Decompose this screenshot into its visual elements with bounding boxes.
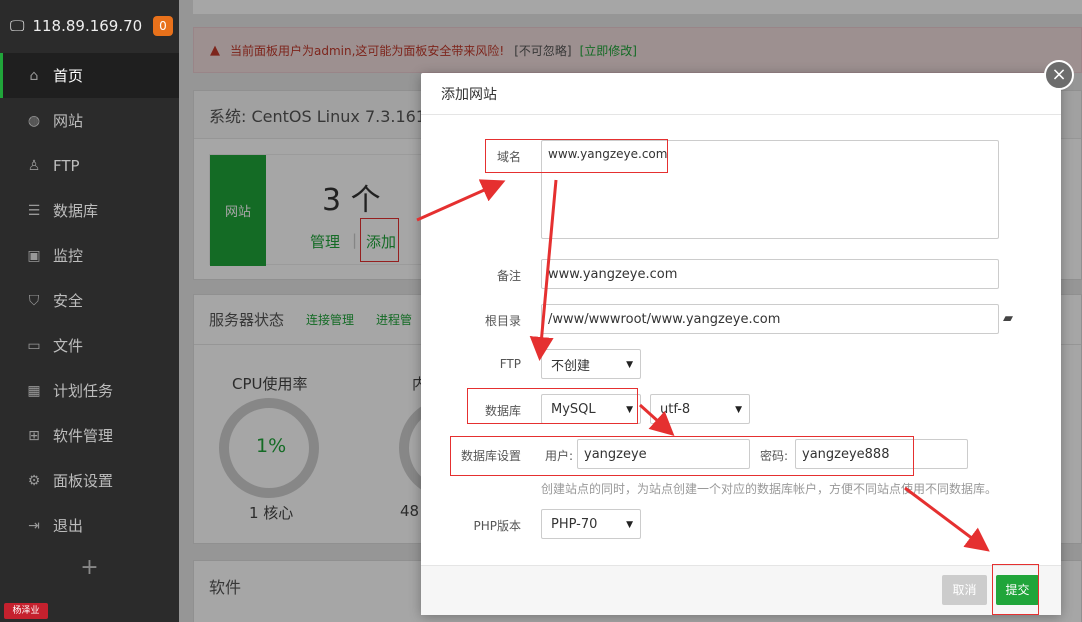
ftp-select-value: 不创建 <box>551 358 591 374</box>
sidebar-item-monitor[interactable]: ▣ 监控 <box>0 233 179 278</box>
sidebar-item-label: 网站 <box>53 112 84 130</box>
php-version-label: PHP版本 <box>473 519 522 533</box>
dialog-title: 添加网站 <box>421 73 1061 115</box>
gear-icon: ⚙ <box>27 472 41 489</box>
sidebar-item-label: 退出 <box>53 517 84 535</box>
watermark-logo: 杨泽业 <box>4 603 48 619</box>
sidebar-item-label: 计划任务 <box>53 382 114 400</box>
sidebar-item-settings[interactable]: ⚙ 面板设置 <box>0 458 179 503</box>
php-version-select[interactable]: PHP-70 ▼ <box>541 509 641 539</box>
cancel-button[interactable]: 取消 <box>942 575 987 605</box>
note-label: 备注 <box>496 269 521 283</box>
sidebar-item-label: 数据库 <box>53 202 99 220</box>
ftp-label: FTP <box>499 357 521 371</box>
note-input[interactable]: www.yangzeye.com <box>541 259 999 289</box>
sidebar-item-files[interactable]: ▭ 文件 <box>0 323 179 368</box>
sidebar-item-label: 监控 <box>53 247 84 265</box>
php-select-value: PHP-70 <box>551 516 598 532</box>
monitor-icon: ▣ <box>27 247 41 264</box>
sidebar-item-label: 软件管理 <box>53 427 114 445</box>
annotation-box-db-settings <box>450 436 914 476</box>
database-icon: ☰ <box>27 202 41 219</box>
sidebar-item-website[interactable]: ◍ 网站 <box>0 98 179 143</box>
sidebar-item-label: 文件 <box>53 337 84 355</box>
globe-icon: ◍ <box>27 112 41 129</box>
sidebar-item-ftp[interactable]: ♙ FTP <box>0 143 179 188</box>
notification-badge[interactable]: 0 <box>153 16 173 36</box>
shield-icon: ⛉ <box>28 292 40 309</box>
add-button[interactable]: + <box>0 548 179 588</box>
annotation-box-database <box>467 388 638 424</box>
sidebar-item-label: 面板设置 <box>53 472 114 490</box>
sidebar-item-label: FTP <box>53 156 80 175</box>
sidebar-item-label: 首页 <box>53 67 84 85</box>
root-label: 根目录 <box>484 314 521 328</box>
home-icon: ⌂ <box>29 67 39 84</box>
database-hint: 创建站点的同时，为站点创建一个对应的数据库帐户，方便不同站点使用不同数据库。 <box>541 482 998 496</box>
add-site-dialog: 添加网站 域名 www.yangzeye.com 备注 www.yangzeye… <box>421 73 1061 615</box>
root-input[interactable]: /www/wwwroot/www.yangzeye.com <box>541 304 999 334</box>
charset-select[interactable]: utf-8 ▼ <box>650 394 750 424</box>
sidebar-item-cron[interactable]: ▦ 计划任务 <box>0 368 179 413</box>
monitor-icon: 🖵 <box>10 17 25 35</box>
sidebar-item-security[interactable]: ⛉ 安全 <box>0 278 179 323</box>
chevron-down-icon: ▼ <box>626 520 633 530</box>
sidebar-item-database[interactable]: ☰ 数据库 <box>0 188 179 233</box>
ftp-select[interactable]: 不创建 ▼ <box>541 349 641 379</box>
annotation-box-domain <box>485 139 668 173</box>
chevron-down-icon: ▼ <box>735 405 742 415</box>
sidebar-item-software[interactable]: ⊞ 软件管理 <box>0 413 179 458</box>
charset-select-value: utf-8 <box>660 401 691 417</box>
grid-icon: ⊞ <box>28 427 40 444</box>
sidebar-item-logout[interactable]: ⇥ 退出 <box>0 503 179 548</box>
sidebar-item-home[interactable]: ⌂ 首页 <box>0 53 179 98</box>
annotation-box-submit <box>992 564 1039 615</box>
server-ip: 118.89.169.70 <box>32 17 143 35</box>
close-icon[interactable]: × <box>1044 60 1074 90</box>
logout-icon: ⇥ <box>28 517 40 534</box>
sidebar-item-label: 安全 <box>53 292 84 310</box>
chevron-down-icon: ▼ <box>626 360 633 370</box>
user-icon: ♙ <box>27 157 41 174</box>
calendar-icon: ▦ <box>27 382 41 399</box>
folder-icon: ▭ <box>27 337 41 354</box>
sidebar: 🖵 118.89.169.70 0 ⌂ 首页 ◍ 网站 ♙ FTP ☰ 数据库 … <box>0 0 179 622</box>
folder-icon[interactable]: ▰ <box>1003 311 1013 326</box>
